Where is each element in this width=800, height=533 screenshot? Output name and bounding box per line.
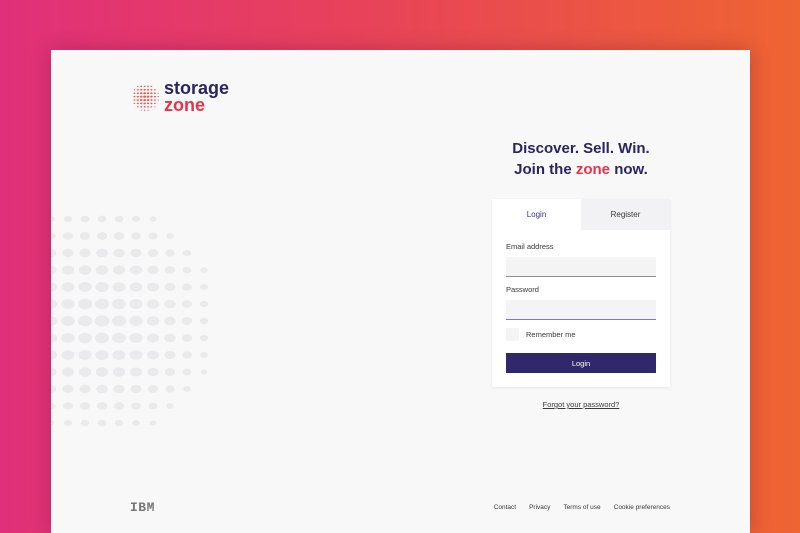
login-button[interactable]: Login bbox=[506, 353, 656, 373]
forgot-password-link[interactable]: Forgot your password? bbox=[492, 400, 670, 409]
footer-link-cookies[interactable]: Cookie preferences bbox=[614, 504, 670, 511]
remember-me-row: Remember me bbox=[506, 328, 656, 341]
login-card: storage zone Discover. Sell. Win. Join t… bbox=[51, 50, 750, 533]
ibm-logo-icon: IBM bbox=[130, 500, 155, 515]
auth-panel: Login Register Email address Password Re… bbox=[492, 199, 670, 387]
footer-link-privacy[interactable]: Privacy bbox=[529, 504, 550, 511]
remember-me-checkbox[interactable] bbox=[506, 328, 519, 341]
password-field[interactable] bbox=[506, 300, 656, 320]
headline-accent: zone bbox=[575, 161, 611, 178]
tab-register[interactable]: Register bbox=[581, 199, 670, 230]
hero-headline: Discover. Sell. Win. Join the zone now. bbox=[493, 138, 669, 180]
tab-login[interactable]: Login bbox=[492, 199, 581, 230]
headline-line1: Discover. Sell. Win. bbox=[512, 140, 650, 157]
headline-line2: Join the zone now. bbox=[493, 159, 669, 180]
footer-link-contact[interactable]: Contact bbox=[494, 504, 516, 511]
auth-tabs: Login Register bbox=[492, 199, 670, 230]
decorative-dot-globe-icon bbox=[51, 215, 209, 427]
footer-links: Contact Privacy Terms of use Cookie pref… bbox=[494, 504, 670, 511]
footer-link-terms[interactable]: Terms of use bbox=[563, 504, 600, 511]
remember-me-label: Remember me bbox=[526, 330, 576, 339]
password-label: Password bbox=[506, 285, 539, 294]
email-field[interactable] bbox=[506, 257, 656, 277]
storagezone-logo[interactable]: storage zone bbox=[130, 79, 229, 115]
headline-suffix: now. bbox=[614, 161, 648, 178]
email-label: Email address bbox=[506, 242, 554, 251]
login-form: Email address Password Remember me Login bbox=[492, 230, 670, 373]
headline-prefix: Join the bbox=[514, 161, 572, 178]
storagezone-globe-logo-icon bbox=[133, 85, 159, 111]
logo-word-zone: zone bbox=[164, 95, 206, 115]
